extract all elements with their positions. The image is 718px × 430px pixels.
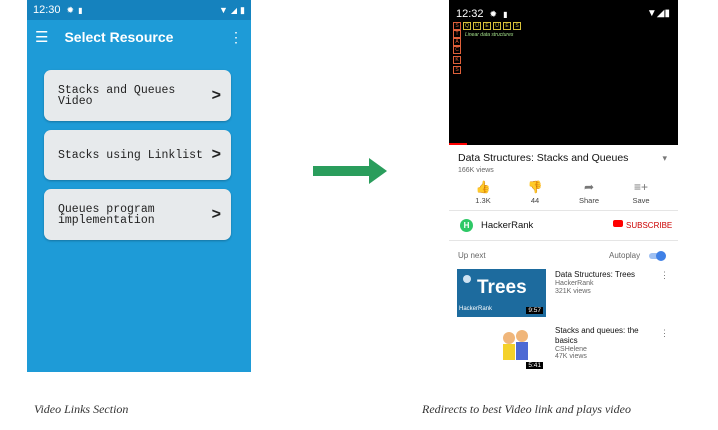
letter-box: S <box>453 66 461 74</box>
letter-box: S <box>513 22 521 30</box>
share-icon[interactable]: ➦ <box>569 180 609 194</box>
youtube-icon <box>613 220 623 227</box>
wifi-icon: ▼ <box>218 5 228 15</box>
suggestion-channel: CSHelene <box>555 346 587 353</box>
letter-box: S <box>453 22 461 30</box>
suggestion-title[interactable]: Data Structures: Trees <box>555 270 655 279</box>
resource-item-stacks-linklist[interactable]: Stacks using Linklist > <box>44 130 231 180</box>
status-time: 12:30 <box>33 4 61 16</box>
thumb-up-icon[interactable]: 👍 <box>463 180 503 194</box>
video-duration: 5:41 <box>526 362 543 369</box>
suggestion-title[interactable]: Stacks and queues: the basics <box>555 326 655 345</box>
autoplay-toggle-knob <box>656 251 666 261</box>
status-bar: 12:30 ✹ ▮ ▼ ◢ ▮ <box>27 0 251 20</box>
up-next-label: Up next <box>458 251 486 260</box>
app-bar: ☰ Select Resource ⋮ <box>27 20 251 54</box>
video-views: 166K views <box>458 167 494 174</box>
letter-box: Q <box>463 22 471 30</box>
resource-item-stacks-queues-video[interactable]: Stacks and Queues Video > <box>44 70 231 121</box>
suggestion-views: 321K views <box>555 288 591 295</box>
save-icon[interactable]: ≡+ <box>621 180 661 194</box>
resource-item-label: Stacks and Queues Video <box>58 83 176 108</box>
resource-item-label: Stacks using Linklist <box>58 148 203 162</box>
letter-box: T <box>453 30 461 38</box>
more-options-icon[interactable]: ⋮ <box>229 29 243 46</box>
suggestion-views: 47K views <box>555 353 587 360</box>
right-phone-screen: 12:32 ✹ ▮ ▼◢▮ S T A C K S Q U E U E S Li… <box>449 0 678 372</box>
resource-item-queues-program[interactable]: Queues program implementation > <box>44 189 231 240</box>
letter-box: C <box>453 46 461 54</box>
right-arrow-icon <box>313 158 387 184</box>
page-title: Select Resource <box>64 29 174 45</box>
subscribe-button[interactable]: SUBSCRIBE <box>626 221 672 230</box>
more-options-icon[interactable]: ⋮ <box>660 328 669 339</box>
suggestion-channel: HackerRank <box>555 280 594 287</box>
signal-icon: ◢ <box>230 5 238 15</box>
thumbnail-title: Trees <box>477 277 527 298</box>
video-duration: 9:57 <box>526 307 543 314</box>
letter-box: E <box>503 22 511 30</box>
letter-box: E <box>483 22 491 30</box>
suggestion-thumbnail[interactable]: Trees HackerRank 9:57 <box>457 269 546 317</box>
status-bar: 12:32 ✹ ▮ <box>456 8 507 20</box>
more-options-icon[interactable]: ⋮ <box>660 270 669 281</box>
letter-box: U <box>493 22 501 30</box>
channel-name[interactable]: HackerRank <box>481 220 533 231</box>
dislikes-count: 44 <box>530 196 540 205</box>
letter-box: A <box>453 38 461 46</box>
chevron-right-icon: > <box>211 205 221 223</box>
divider <box>449 240 678 241</box>
status-icons: ▼◢▮ <box>646 8 670 19</box>
share-label: Share <box>578 196 599 205</box>
chevron-right-icon: > <box>211 146 221 163</box>
video-title: Data Structures: Stacks and Queues <box>458 152 629 164</box>
channel-avatar[interactable]: H <box>460 219 473 232</box>
sd-card-icon: ▮ <box>78 5 83 15</box>
video-progress-bar[interactable] <box>449 143 467 145</box>
video-player[interactable]: 12:32 ✹ ▮ ▼◢▮ S T A C K S Q U E U E S Li… <box>449 0 678 145</box>
status-time: 12:32 <box>456 8 484 20</box>
divider <box>449 210 678 211</box>
left-caption: Video Links Section <box>34 402 129 416</box>
chevron-right-icon: > <box>211 86 221 104</box>
autoplay-toggle[interactable] <box>649 251 666 261</box>
expand-icon[interactable]: ▾ <box>662 153 667 164</box>
battery-icon: ▮ <box>240 4 245 15</box>
sd-card-icon: ▮ <box>503 9 508 19</box>
likes-count: 1.3K <box>475 196 491 205</box>
settings-icon: ✹ <box>66 4 75 15</box>
letter-box: K <box>453 56 461 64</box>
autoplay-label: Autoplay <box>609 251 641 260</box>
video-overlay-text: Linear data structures <box>465 32 514 38</box>
thumbnail-node <box>463 275 471 283</box>
suggestion-thumbnail[interactable]: 5:41 <box>457 326 546 372</box>
resource-item-label: Queues program implementation <box>58 202 155 227</box>
right-caption: Redirects to best Video link and plays v… <box>422 402 631 416</box>
left-phone-screen: 12:30 ✹ ▮ ▼ ◢ ▮ ☰ Select Resource ⋮ Stac… <box>27 0 251 372</box>
letter-box: U <box>473 22 481 30</box>
menu-icon[interactable]: ☰ <box>35 28 48 46</box>
thumb-down-icon[interactable]: 👎 <box>515 180 555 194</box>
settings-icon: ✹ <box>489 8 498 19</box>
thumbnail-brand: HackerRank <box>459 306 493 312</box>
save-label: Save <box>632 196 650 205</box>
